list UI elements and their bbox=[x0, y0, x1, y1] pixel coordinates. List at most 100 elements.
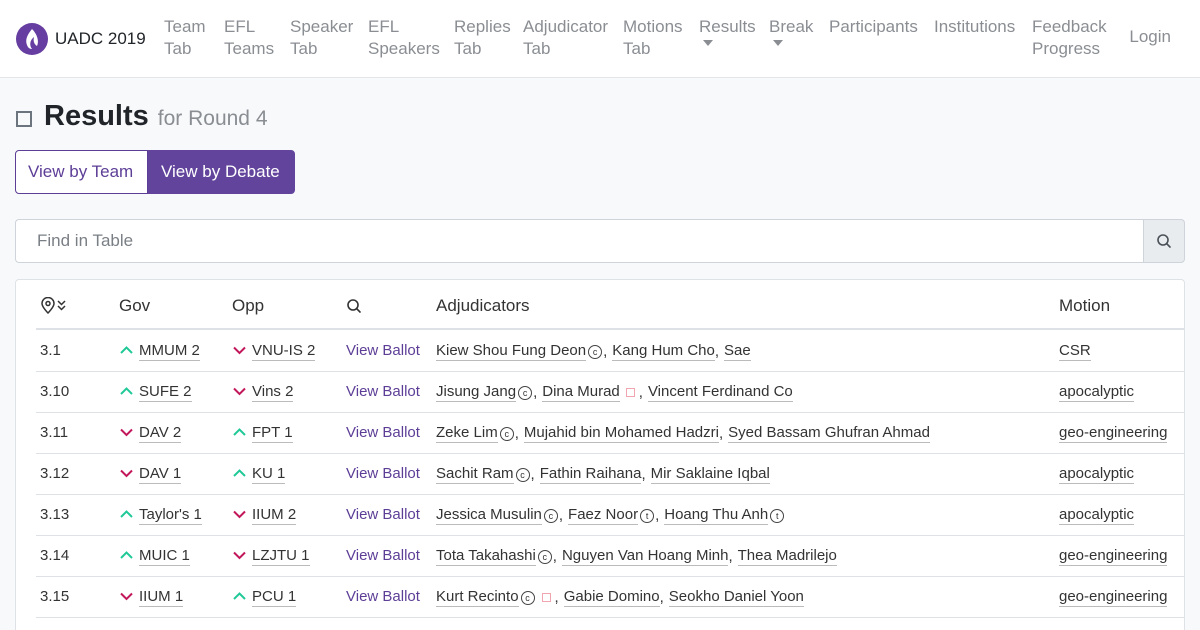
adjudicator-name[interactable]: Mir Saklaine Iqbal bbox=[650, 465, 770, 484]
venue-label: 3.15 bbox=[40, 588, 70, 605]
motion-cell: apocalyptic bbox=[1059, 383, 1135, 402]
motion-link[interactable]: apocalyptic bbox=[1059, 465, 1135, 484]
square-icon bbox=[16, 111, 32, 127]
nav-item-team-tab[interactable]: Team Tab bbox=[164, 16, 206, 60]
nav-item-label: Institutions bbox=[934, 17, 1016, 36]
adjudicator-name[interactable]: Jessica Musulin bbox=[436, 506, 542, 525]
view-ballot-link[interactable]: View Ballot bbox=[346, 424, 420, 441]
gov-team-name[interactable]: Taylor's 1 bbox=[139, 506, 202, 525]
motion-link[interactable]: apocalyptic bbox=[1059, 383, 1135, 402]
search-icon bbox=[1157, 234, 1171, 248]
chair-icon: c bbox=[537, 549, 552, 564]
motion-cell: geo-engineering bbox=[1059, 424, 1168, 443]
win-arrow-icon bbox=[119, 384, 134, 401]
column-adjudicators[interactable]: Adjudicators bbox=[436, 296, 530, 316]
adjudicator-name[interactable]: Tota Takahashi bbox=[436, 547, 536, 566]
brand[interactable]: UADC 2019 bbox=[16, 23, 146, 55]
adjudicator-name[interactable]: Sae bbox=[724, 342, 751, 361]
caret-down-icon bbox=[703, 40, 713, 46]
motion-link[interactable]: geo-engineering bbox=[1059, 547, 1168, 566]
adjudicator-name[interactable]: Gabie Domino bbox=[563, 588, 660, 607]
opp-team-name[interactable]: LZJTU 1 bbox=[252, 547, 310, 566]
view-ballot-link[interactable]: View Ballot bbox=[346, 342, 420, 359]
motion-cell: geo-engineering bbox=[1059, 588, 1168, 607]
nav-item-efl-teams[interactable]: EFL Teams bbox=[224, 16, 274, 60]
trainee-icon: t bbox=[640, 508, 655, 523]
motion-link[interactable]: geo-engineering bbox=[1059, 588, 1168, 607]
opp-team: PCU 1 bbox=[232, 588, 297, 607]
table-header: Gov Opp Adjudicators Motion bbox=[36, 280, 1184, 330]
login-link[interactable]: Login bbox=[1129, 27, 1171, 47]
view-by-debate-button[interactable]: View by Debate bbox=[148, 150, 295, 194]
search-input[interactable] bbox=[15, 219, 1143, 263]
column-gov[interactable]: Gov bbox=[119, 296, 150, 316]
nav-item-replies-tab[interactable]: Replies Tab bbox=[454, 16, 511, 60]
adjudicator-name[interactable]: Sachit Ram bbox=[436, 465, 514, 484]
nav-item-break[interactable]: Break bbox=[769, 16, 813, 46]
nav-item-efl-speakers[interactable]: EFL Speakers bbox=[368, 16, 440, 60]
page-title: Results bbox=[44, 100, 149, 132]
motion-cell: apocalyptic bbox=[1059, 506, 1135, 525]
adjudicator-name[interactable]: Thea Madrilejo bbox=[737, 547, 837, 566]
gov-team-name[interactable]: MMUM 2 bbox=[139, 342, 200, 361]
nav-item-feedback-progress[interactable]: Feedback Progress bbox=[1032, 16, 1107, 60]
nav-item-motions-tab[interactable]: Motions Tab bbox=[623, 16, 683, 60]
view-ballot-link[interactable]: View Ballot bbox=[346, 506, 420, 523]
column-motion[interactable]: Motion bbox=[1059, 296, 1110, 316]
motion-link[interactable]: geo-engineering bbox=[1059, 424, 1168, 443]
view-ballot-link[interactable]: View Ballot bbox=[346, 383, 420, 400]
adjudicator-name[interactable]: Mujahid bin Mohamed Hadzri bbox=[523, 424, 719, 443]
adjudicator-name[interactable]: Kiew Shou Fung Deon bbox=[436, 342, 587, 361]
venue-label: 3.1 bbox=[40, 342, 61, 359]
motion-link[interactable]: CSR bbox=[1059, 342, 1091, 361]
win-arrow-icon bbox=[119, 507, 134, 524]
nav-item-label: EFL Speakers bbox=[368, 17, 440, 58]
view-ballot-link[interactable]: View Ballot bbox=[346, 588, 420, 605]
adjudicator-name[interactable]: Faez Noor bbox=[568, 506, 639, 525]
adjudicator-name[interactable]: Nguyen Van Hoang Minh bbox=[561, 547, 729, 566]
view-ballot-link[interactable]: View Ballot bbox=[346, 547, 420, 564]
venue-sort-icon[interactable] bbox=[40, 296, 70, 320]
gov-team-name[interactable]: DAV 1 bbox=[139, 465, 182, 484]
tabbycat-logo-icon bbox=[16, 23, 48, 55]
opp-team-name[interactable]: Vins 2 bbox=[252, 383, 294, 402]
gov-team-name[interactable]: MUIC 1 bbox=[139, 547, 190, 566]
column-ballot-search-icon[interactable] bbox=[346, 298, 362, 319]
table-row: 3.11 DAV 2 FPT 1 View Ballot Zeke Lim c, Mujah… bbox=[36, 413, 1184, 454]
motion-link[interactable]: apocalyptic bbox=[1059, 506, 1135, 525]
view-by-team-button[interactable]: View by Team bbox=[15, 150, 148, 194]
adjudicator-name[interactable]: Kurt Recinto bbox=[436, 588, 519, 607]
nav-item-participants[interactable]: Participants bbox=[829, 16, 918, 38]
opp-team-name[interactable]: VNU-IS 2 bbox=[252, 342, 316, 361]
column-opp[interactable]: Opp bbox=[232, 296, 264, 316]
adjudicator-name[interactable]: Jisung Jang bbox=[436, 383, 517, 402]
opp-team-name[interactable]: IIUM 2 bbox=[252, 506, 297, 525]
chair-icon: c bbox=[588, 344, 603, 359]
search-button[interactable] bbox=[1143, 219, 1185, 263]
adjudicator-name[interactable]: Syed Bassam Ghufran Ahmad bbox=[728, 424, 930, 443]
view-ballot-link[interactable]: View Ballot bbox=[346, 465, 420, 482]
table-row: 3.14 MUIC 1 LZJTU 1 View Ballot Tota Takahas… bbox=[36, 536, 1184, 577]
adjudicator-name[interactable]: Hoang Thu Anh bbox=[664, 506, 769, 525]
loss-arrow-icon bbox=[232, 507, 247, 524]
opp-team-name[interactable]: KU 1 bbox=[252, 465, 286, 484]
adjudicator-name[interactable]: Vincent Ferdinand Co bbox=[647, 383, 793, 402]
nav-item-results[interactable]: Results bbox=[699, 16, 756, 46]
opp-team-name[interactable]: PCU 1 bbox=[252, 588, 297, 607]
gov-team: DAV 1 bbox=[119, 465, 182, 484]
caret-down-icon bbox=[773, 40, 783, 46]
table-row: 3.1 MMUM 2 VNU-IS 2 View Ballot Kiew Shou Fu… bbox=[36, 331, 1184, 372]
gov-team-name[interactable]: IIUM 1 bbox=[139, 588, 184, 607]
gov-team-name[interactable]: SUFE 2 bbox=[139, 383, 192, 402]
nav-item-adjudicator-tab[interactable]: Adjudicator Tab bbox=[523, 16, 608, 60]
nav-item-speaker-tab[interactable]: Speaker Tab bbox=[290, 16, 353, 60]
adjudicator-name[interactable]: Zeke Lim bbox=[436, 424, 498, 443]
adjudicator-name[interactable]: Kang Hum Cho bbox=[612, 342, 715, 361]
adjudicator-name[interactable]: Seokho Daniel Yoon bbox=[668, 588, 804, 607]
adjudicator-name[interactable]: Dina Murad bbox=[542, 383, 620, 402]
opp-team-name[interactable]: FPT 1 bbox=[252, 424, 293, 443]
gov-team-name[interactable]: DAV 2 bbox=[139, 424, 182, 443]
gov-team: DAV 2 bbox=[119, 424, 182, 443]
adjudicator-name[interactable]: Fathin Raihana bbox=[539, 465, 642, 484]
nav-item-institutions[interactable]: Institutions bbox=[934, 16, 1015, 38]
